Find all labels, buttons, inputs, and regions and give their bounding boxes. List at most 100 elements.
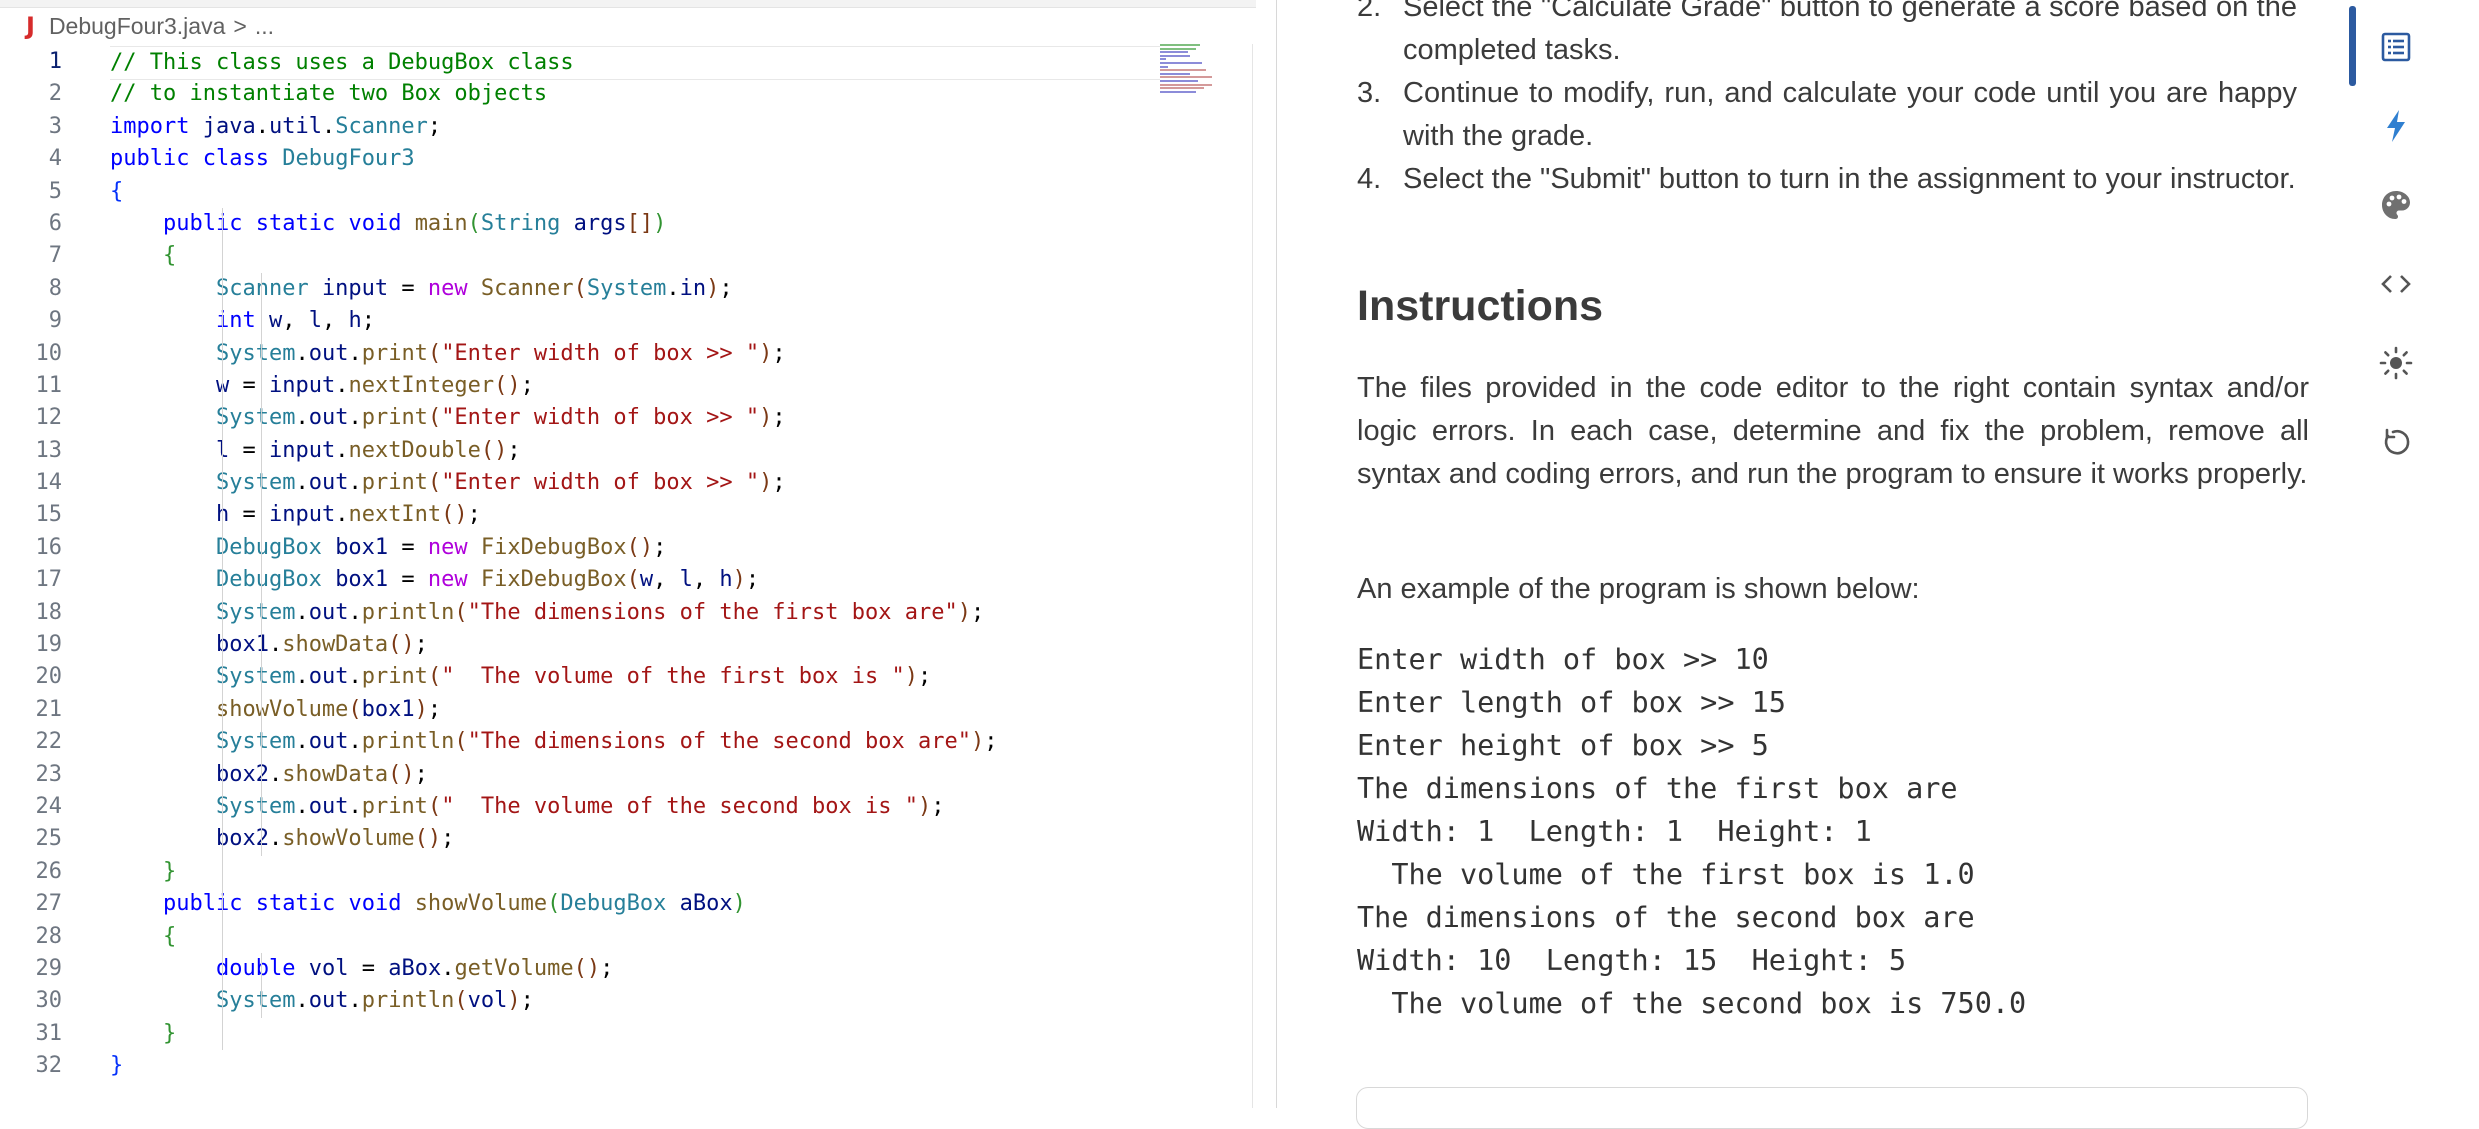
lightning-icon[interactable] [2372,102,2420,150]
line-number: 23 [35,761,63,787]
code-line: 24 System.out.print(" The volume of the … [0,790,1160,824]
code-text: } [110,1017,1160,1051]
line-number: 29 [35,955,63,981]
code-text: System.out.println(vol); [110,985,1160,1018]
code-line: 5{ [0,176,1160,208]
line-number: 7 [48,243,62,269]
code-line: 10 System.out.print("Enter width of box … [0,337,1160,370]
line-number: 25 [35,826,63,852]
breadcrumb-more[interactable]: ... [255,13,274,40]
code-text: int w, l, h; [110,305,1160,338]
code-line: 6 public static void main(String args[]) [0,207,1160,241]
code-text: { [110,920,1160,953]
line-number: 28 [35,923,63,949]
java-file-icon: J [26,12,35,40]
line-number: 19 [35,632,63,658]
instructions-heading: Instructions [1357,282,1604,330]
instructions-paragraph: The files provided in the code editor to… [1357,372,2309,490]
example-line: The volume of the first box is 1.0 [1357,858,1975,891]
line-number: 8 [48,275,62,301]
palette-icon[interactable] [2372,181,2420,229]
line-number: 1 [48,49,62,74]
code-line: 1 // This class uses a DebugBox class [0,46,1160,81]
code-text: box2.showData(); [110,758,1160,791]
code-text: import java.util.Scanner; [110,113,442,139]
code-text: DebugBox box1 = new FixDebugBox(); [110,531,1160,565]
step-text: Continue to modify, run, and calculate y… [1403,77,2297,152]
step-number: 3. [1357,77,1382,109]
example-line: The dimensions of the second box are [1357,901,1975,934]
code-area[interactable]: 1 // This class uses a DebugBox class 2 //… [0,46,1160,1083]
list-item: 4. Select the "Submit" button to turn in … [1357,158,2297,201]
code-line: 12 System.out.print("Enter width of box … [0,402,1160,435]
line-number: 17 [35,567,63,593]
example-output: Enter width of box >> 10 Enter length of… [1357,638,2026,1025]
line-number: 16 [35,534,63,560]
example-line: Enter height of box >> 5 [1357,729,1769,762]
reset-icon[interactable] [2372,418,2420,466]
code-line: 22 System.out.println("The dimensions of… [0,726,1160,759]
code-line: 17 DebugBox box1 = new FixDebugBox(w, l,… [0,564,1160,597]
example-line: The dimensions of the first box are [1357,772,1958,805]
line-number: 6 [48,210,62,236]
code-text: System.out.print("Enter width of box >> … [110,337,1160,370]
code-line: 16 DebugBox box1 = new FixDebugBox(); [0,531,1160,565]
code-text: double vol = aBox.getVolume(); [110,952,1160,986]
line-number: 24 [35,793,63,819]
code-text: public static void showVolume(DebugBox a… [110,888,1160,921]
sun-icon[interactable] [2372,339,2420,387]
code-line: 7 { [0,240,1160,273]
line-number: 2 [48,81,62,107]
code-line: 20 System.out.print(" The volume of the … [0,661,1160,694]
code-text: System.out.println("The dimensions of th… [110,596,1160,630]
steps-list: 2. Select the "Calculate Grade" button to… [1357,0,2297,201]
code-text: h = input.nextInt(); [110,499,1160,532]
list-item: 2. Select the "Calculate Grade" button to… [1357,0,2297,72]
code-line: 2 // to instantiate two Box objects [0,78,1160,110]
code-editor[interactable]: J DebugFour3.java > ... 1 // This class u… [0,0,1256,1108]
list-icon[interactable] [2372,23,2420,71]
editor-tab-strip [0,0,1256,8]
line-number: 22 [35,729,63,755]
line-number: 30 [35,988,63,1014]
active-tab-indicator [2349,6,2356,86]
line-number: 5 [48,178,62,204]
breadcrumb-file-name[interactable]: DebugFour3.java [49,13,225,40]
minimap[interactable] [1160,44,1232,104]
code-line: 32} [0,1050,1160,1082]
code-line: 25 box2.showVolume(); [0,823,1160,856]
code-text: { [110,178,124,204]
code-line: 9 int w, l, h; [0,305,1160,338]
code-text: System.out.print(" The volume of the fir… [110,661,1160,694]
instructions-panel: 2. Select the "Calculate Grade" button to… [1277,0,2337,1108]
example-intro: An example of the program is shown below… [1357,573,1920,605]
right-toolbar [2337,0,2479,1108]
code-text: // This class uses a DebugBox class [110,46,1160,81]
line-number: 31 [35,1020,63,1046]
editor-scrollbar-track[interactable] [1252,44,1253,1108]
code-text: // to instantiate two Box objects [110,81,548,107]
line-number: 14 [35,470,63,496]
code-icon[interactable] [2372,260,2420,308]
code-line: 19 box1.showData(); [0,629,1160,662]
code-text: Scanner input = new Scanner(System.in); [110,272,1160,306]
code-text: System.out.println("The dimensions of th… [110,726,1160,759]
line-number: 26 [35,858,63,884]
line-number: 15 [35,502,63,528]
line-number: 18 [35,599,63,625]
step-text: Select the "Calculate Grade" button to g… [1403,0,2297,66]
code-text: box2.showVolume(); [110,823,1160,856]
line-number: 13 [35,437,63,463]
code-line: 14 System.out.print("Enter width of box … [0,467,1160,500]
line-number: 20 [35,664,63,690]
code-line: 26 } [0,855,1160,889]
step-number: 2. [1357,0,1382,23]
code-line: 4 public class DebugFour3 [0,143,1160,175]
code-text: box1.showData(); [110,629,1160,662]
code-line: 29 double vol = aBox.getVolume(); [0,952,1160,986]
code-text: l = input.nextDouble(); [110,434,1160,468]
code-line: 28 { [0,920,1160,953]
line-number: 12 [35,405,63,431]
example-line: The volume of the second box is 750.0 [1357,987,2027,1020]
line-number: 10 [35,340,63,366]
